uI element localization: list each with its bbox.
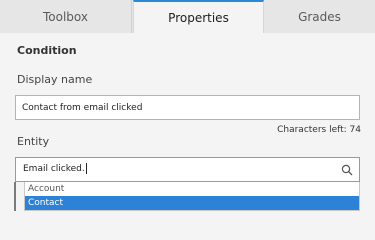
text-caret — [85, 163, 87, 174]
entity-label: Entity — [17, 135, 50, 148]
display-name-input[interactable] — [15, 95, 360, 120]
section-title: Condition — [17, 44, 77, 57]
dropdown-accent-bar — [14, 182, 16, 211]
display-name-label: Display name — [17, 73, 93, 86]
tab-properties[interactable]: Properties — [133, 0, 264, 33]
characters-left-text: Characters left: 74 — [277, 125, 361, 135]
entity-search-input[interactable]: Email clicked. — [15, 157, 360, 182]
option-contact[interactable]: Contact — [25, 196, 359, 210]
tab-toolbox[interactable]: Toolbox — [0, 0, 132, 33]
tab-bar: Toolbox Properties Grades — [0, 0, 375, 33]
entity-input-text: Email clicked. — [23, 158, 87, 181]
entity-dropdown: Account Contact — [24, 182, 360, 211]
entity-input-value: Email clicked. — [23, 164, 85, 174]
option-account[interactable]: Account — [25, 182, 359, 196]
search-icon[interactable] — [341, 164, 353, 176]
tab-grades[interactable]: Grades — [264, 0, 375, 33]
